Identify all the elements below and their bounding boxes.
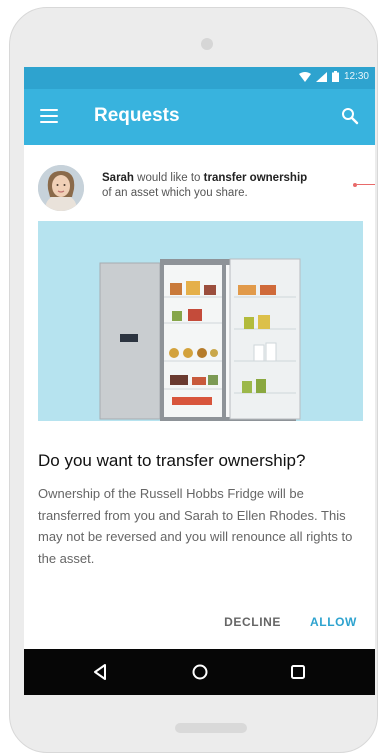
dialog-actions: DECLINE ALLOW: [24, 615, 375, 635]
unread-indicator-line: [357, 184, 375, 185]
fridge-image: [38, 221, 363, 421]
home-speaker-bar: [175, 723, 247, 733]
signal-icon: [315, 71, 327, 82]
dialog-description: Ownership of the Russell Hobbs Fridge wi…: [38, 486, 353, 566]
request-item[interactable]: Sarah would like to transfer ownership o…: [24, 145, 375, 221]
avatar: [38, 165, 84, 211]
battery-icon: [331, 71, 339, 82]
navigation-bar: [24, 649, 375, 695]
clock: 12:30: [343, 71, 369, 82]
status-bar: 12:30: [24, 67, 375, 89]
allow-button[interactable]: ALLOW: [310, 615, 357, 629]
decline-button[interactable]: DECLINE: [224, 615, 281, 629]
request-text-2: of an asset which you share.: [102, 187, 248, 199]
back-icon[interactable]: [90, 662, 110, 687]
search-icon[interactable]: [341, 107, 359, 130]
app-bar: Requests: [24, 89, 375, 145]
home-icon[interactable]: [190, 662, 210, 687]
page-title: Requests: [94, 105, 180, 126]
request-text: Sarah would like to transfer ownership o…: [102, 171, 352, 201]
front-camera: [201, 38, 213, 50]
recents-icon[interactable]: [288, 662, 308, 687]
dialog-question: Do you want to transfer ownership?: [38, 451, 306, 470]
menu-icon[interactable]: [40, 109, 58, 123]
request-action: transfer ownership: [203, 172, 308, 184]
wifi-icon: [298, 71, 311, 82]
requester-name: Sarah: [102, 172, 134, 184]
request-text-1: would like to: [133, 172, 204, 184]
phone-screen: 12:30 Requests Sarah would like to trans…: [24, 67, 375, 695]
